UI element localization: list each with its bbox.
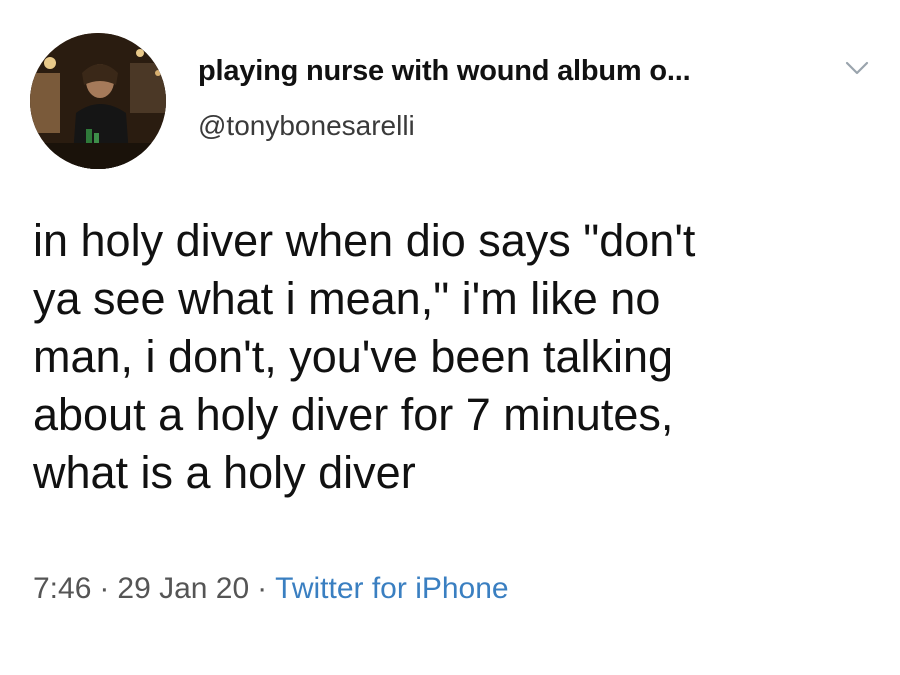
tweet-card: playing nurse with wound album o... @ton… [0, 0, 900, 675]
tweet-text-line: what is a holy diver [33, 447, 416, 498]
tweet-source-link[interactable]: Twitter for iPhone [275, 572, 508, 605]
tweet-text-line: about a holy diver for 7 minutes, [33, 389, 674, 440]
avatar-photo [30, 33, 166, 169]
meta-separator: · [99, 572, 110, 605]
tweet-meta: 7:46 · 29 Jan 20 · Twitter for iPhone [33, 572, 509, 606]
tweet-text-line: ya see what i mean," i'm like no [33, 273, 661, 324]
tweet-time: 7:46 [33, 572, 92, 605]
chevron-down-icon[interactable] [844, 58, 870, 78]
tweet-text: in holy diver when dio says "don't ya se… [33, 212, 863, 502]
user-handle[interactable]: @tonybonesarelli [198, 110, 415, 142]
avatar[interactable] [30, 33, 166, 169]
tweet-text-line: in holy diver when dio says "don't [33, 215, 696, 266]
meta-separator: · [257, 572, 268, 605]
tweet-text-line: man, i don't, you've been talking [33, 331, 674, 382]
tweet-date: 29 Jan 20 [117, 572, 250, 605]
display-name[interactable]: playing nurse with wound album o... [198, 55, 691, 88]
